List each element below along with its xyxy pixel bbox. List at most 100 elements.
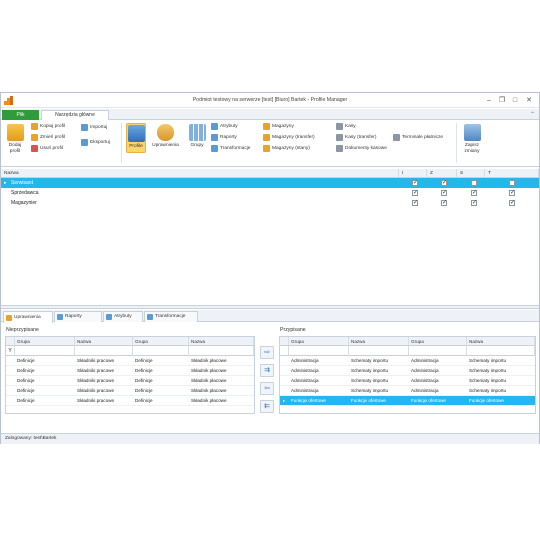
permissions-button[interactable]: Uprawnienia xyxy=(149,124,182,149)
unassigned-title: Nieprzypisane xyxy=(6,327,39,333)
table-row[interactable]: ▸ Serwisant ✓ ✓ xyxy=(1,178,539,188)
table-row[interactable]: Sprzedawca ✓ ✓ ✓ ✓ xyxy=(1,188,539,198)
column-header-name[interactable]: Nazwa xyxy=(349,337,409,346)
checkbox-i[interactable]: ✓ xyxy=(412,190,418,196)
column-header-group[interactable]: Grupa xyxy=(289,337,349,346)
cash-transfer-button[interactable]: Kasy (transfer) xyxy=(336,134,376,141)
column-header-i[interactable]: I xyxy=(399,169,427,178)
assign-all-button[interactable]: ⇉ xyxy=(260,364,274,377)
filter-input[interactable] xyxy=(75,346,133,356)
filter-input[interactable] xyxy=(289,346,349,356)
ribbon: Dodaj profil Kopiuj profil Zmień profil … xyxy=(1,120,539,167)
tab-attributes[interactable]: Atrybuty xyxy=(103,311,143,322)
unassign-button[interactable]: ⇦ xyxy=(260,382,274,395)
checkbox-i[interactable]: ✓ xyxy=(412,180,418,186)
column-header-name[interactable]: Nazwa xyxy=(1,169,399,178)
filter-input[interactable] xyxy=(189,346,254,356)
minimize-button[interactable]: – xyxy=(484,96,494,105)
profiles-button[interactable]: Profile xyxy=(126,123,146,153)
assigned-title: Przypisane xyxy=(280,327,306,333)
cash-button[interactable]: Kasy xyxy=(336,123,356,130)
reports-button[interactable]: Raporty xyxy=(211,134,237,141)
export-button[interactable]: Eksportuj xyxy=(81,139,110,146)
table-row[interactable]: Definicje Składniki pracowe Definicje Skład… xyxy=(6,386,254,396)
terminals-button[interactable]: Terminale płatnicze xyxy=(393,134,443,141)
maximize-button[interactable]: □ xyxy=(510,96,520,105)
column-header-group[interactable]: Grupa xyxy=(409,337,467,346)
filter-input[interactable] xyxy=(349,346,409,356)
table-row[interactable]: Administracja Schematy importu Administrac… xyxy=(280,356,535,366)
tab-permissions[interactable]: Uprawnienia xyxy=(3,311,53,323)
checkbox-s[interactable]: ✓ xyxy=(471,190,477,196)
column-header-t[interactable]: T xyxy=(485,169,539,178)
checkbox-z[interactable]: ✓ xyxy=(441,190,447,196)
assign-button[interactable]: ⇨ xyxy=(260,346,274,359)
groups-button[interactable]: Grupy xyxy=(187,124,207,149)
user-add-icon xyxy=(6,124,24,141)
tab-reports[interactable]: Raporty xyxy=(54,311,102,322)
edit-icon xyxy=(31,134,38,141)
checkbox-t[interactable]: ✓ xyxy=(509,190,515,196)
checkbox-s[interactable]: ✓ xyxy=(471,200,477,206)
transformations-icon xyxy=(147,314,153,320)
table-row[interactable]: Definicje Składniki pracowe Definicje Skład… xyxy=(6,366,254,376)
tab-transformations[interactable]: Transformacje xyxy=(144,311,198,322)
column-header-name[interactable]: Nazwa xyxy=(467,337,535,346)
cash-register-icon xyxy=(336,123,343,130)
warehouses-button[interactable]: Magazyny xyxy=(263,123,294,130)
restore-button[interactable]: ❐ xyxy=(497,96,507,105)
attributes-icon xyxy=(106,314,112,320)
report-icon xyxy=(57,314,63,320)
checkbox-z[interactable]: ✓ xyxy=(441,200,447,206)
cash-transfer-icon xyxy=(336,134,343,141)
table-row[interactable]: Definicje Składniki pracowe Definicje Skład… xyxy=(6,376,254,386)
row-indicator-icon: ▸ xyxy=(283,398,286,403)
column-header-s[interactable]: S xyxy=(457,169,485,178)
column-header-group[interactable]: Grupa xyxy=(15,337,75,346)
checkbox-s[interactable] xyxy=(471,180,477,186)
row-indicator-icon: ▸ xyxy=(4,180,7,186)
ribbon-collapse-icon[interactable]: ⌃ xyxy=(530,111,535,118)
transformations-button[interactable]: Transformacje xyxy=(211,145,250,152)
profiles-grid: Nazwa I Z S T ▸ Serwisant ✓ ✓ Sprzedawca… xyxy=(1,169,539,305)
row-header xyxy=(6,337,15,346)
table-row[interactable]: Definicje Składniki pracowe Definicje Skład… xyxy=(6,356,254,366)
table-row[interactable]: Administracja Schematy importu Administrac… xyxy=(280,366,535,376)
table-row[interactable]: Administracja Schematy importu Administrac… xyxy=(280,376,535,386)
checkbox-z[interactable]: ✓ xyxy=(441,180,447,186)
attributes-button[interactable]: Atrybuty xyxy=(211,123,238,130)
checkbox-i[interactable]: ✓ xyxy=(412,200,418,206)
table-row[interactable]: ▸ Funkcje ofertowe Funkcje ofertowe Funkcj… xyxy=(280,396,535,406)
table-row[interactable]: Administracja Schematy importu Administrac… xyxy=(280,386,535,396)
warehouses-stock-button[interactable]: Magazyny (stany) xyxy=(263,145,310,152)
checkbox-t[interactable] xyxy=(509,180,515,186)
warehouses-transfer-button[interactable]: Magazyny (transfer) xyxy=(263,134,315,141)
checkbox-t[interactable]: ✓ xyxy=(509,200,515,206)
filter-input[interactable] xyxy=(133,346,189,356)
add-profile-button[interactable]: Dodaj profil xyxy=(5,124,25,154)
table-row[interactable]: Magazynier ✓ ✓ ✓ ✓ xyxy=(1,198,539,208)
rename-profile-button[interactable]: Zmień profil xyxy=(31,134,65,141)
filter-input[interactable] xyxy=(409,346,467,356)
ribbon-separator xyxy=(121,123,122,163)
column-header-name[interactable]: Nazwa xyxy=(189,337,254,346)
window-title: Podmiot testowy na serwerze [test] [Biur… xyxy=(192,97,348,103)
delete-profile-button[interactable]: Usuń profil xyxy=(31,145,63,152)
close-button[interactable]: ✕ xyxy=(524,96,534,105)
filter-icon[interactable]: Y xyxy=(6,346,15,356)
save-changes-button[interactable]: Zapisz zmiany xyxy=(460,124,484,154)
column-header-group[interactable]: Grupa xyxy=(133,337,189,346)
filter-input[interactable] xyxy=(467,346,535,356)
filter-input[interactable] xyxy=(15,346,75,356)
main-window: Podmiot testowy na serwerze [test] [Biur… xyxy=(0,92,540,444)
unassign-all-button[interactable]: ⇇ xyxy=(260,400,274,413)
column-header-name[interactable]: Nazwa xyxy=(75,337,133,346)
table-row[interactable]: Definicje Składniki pracowe Definicje Skład… xyxy=(6,396,254,406)
warehouse-transfer-icon xyxy=(263,134,270,141)
import-button[interactable]: Importuj xyxy=(81,124,107,131)
copy-profile-button[interactable]: Kopiuj profil xyxy=(31,123,65,130)
splitter[interactable] xyxy=(1,305,539,309)
tab-file[interactable]: Plik xyxy=(2,110,39,120)
cash-docs-button[interactable]: Dokumenty kasowe xyxy=(336,145,387,152)
column-header-z[interactable]: Z xyxy=(427,169,457,178)
